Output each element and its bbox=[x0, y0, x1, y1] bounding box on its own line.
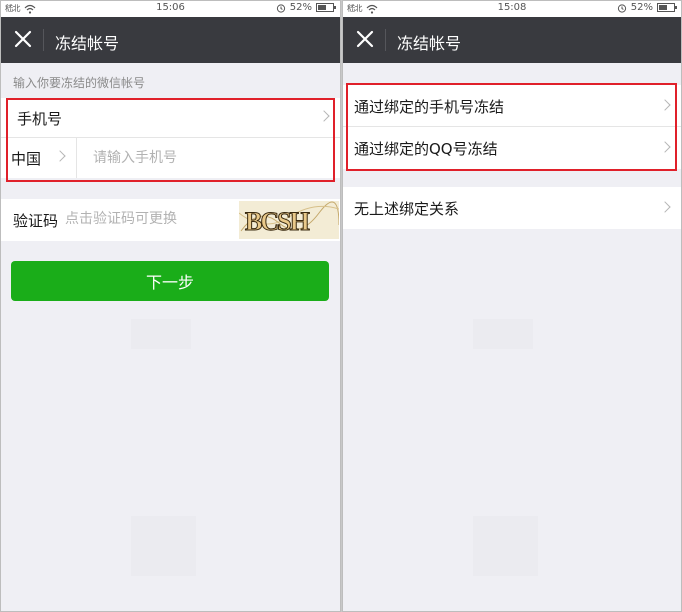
background-shape bbox=[473, 319, 533, 349]
option-label: 无上述绑定关系 bbox=[354, 200, 460, 218]
alarm-icon bbox=[276, 3, 285, 13]
status-right: 52% bbox=[276, 2, 336, 13]
battery-percent: 52% bbox=[630, 2, 653, 13]
country-label: 中国 bbox=[11, 150, 42, 168]
option-phone-freeze[interactable]: 通过绑定的手机号冻结 bbox=[343, 85, 681, 127]
code-label: 验证码 bbox=[13, 212, 59, 230]
background-shape bbox=[131, 516, 196, 576]
status-bar: 嵇北 15:08 52% bbox=[343, 1, 681, 17]
phone-row-label: 手机号 bbox=[17, 110, 63, 128]
next-button[interactable]: 下一步 bbox=[11, 261, 329, 301]
phone-form-group: 手机号 中国 bbox=[1, 98, 340, 178]
close-icon[interactable] bbox=[9, 25, 37, 53]
background-shape bbox=[131, 319, 191, 349]
captcha-text: BCSH bbox=[245, 207, 310, 236]
battery-fill bbox=[659, 5, 668, 10]
right-screen: 嵇北 15:08 52% 冻结帐号 通过绑定的手机号冻结 通过绑定的QQ号冻结 … bbox=[342, 0, 682, 612]
chevron-right-icon bbox=[54, 150, 66, 162]
option-label: 通过绑定的QQ号冻结 bbox=[354, 140, 498, 158]
other-option-group: 无上述绑定关系 bbox=[343, 187, 681, 229]
alarm-icon bbox=[617, 3, 626, 13]
battery-percent: 52% bbox=[289, 2, 312, 13]
page-title: 冻结帐号 bbox=[55, 34, 120, 53]
country-selector[interactable]: 中国 bbox=[1, 138, 77, 178]
battery-icon bbox=[657, 3, 677, 12]
nav-divider bbox=[385, 29, 386, 51]
chevron-right-icon bbox=[659, 99, 671, 111]
code-input[interactable] bbox=[65, 208, 235, 230]
left-screen: 嵇北 15:06 52% 冻结帐号 输入你要冻结的微信帐号 手机号 中国 请输入… bbox=[0, 0, 341, 612]
option-label: 通过绑定的手机号冻结 bbox=[354, 98, 505, 116]
background-shape bbox=[473, 516, 538, 576]
battery-fill bbox=[318, 5, 327, 10]
phone-number-row[interactable]: 手机号 bbox=[1, 98, 340, 138]
captcha-row: 验证码 BCSH bbox=[1, 199, 340, 241]
option-qq-freeze[interactable]: 通过绑定的QQ号冻结 bbox=[343, 127, 681, 169]
nav-bar: 冻结帐号 bbox=[343, 17, 681, 63]
status-bar: 嵇北 15:06 52% bbox=[1, 1, 340, 17]
nav-divider bbox=[43, 29, 44, 51]
option-no-binding[interactable]: 无上述绑定关系 bbox=[343, 187, 681, 229]
chevron-right-icon bbox=[659, 141, 671, 153]
status-right: 52% bbox=[617, 2, 677, 13]
freeze-options-group: 通过绑定的手机号冻结 通过绑定的QQ号冻结 bbox=[343, 85, 681, 169]
captcha-image[interactable]: BCSH bbox=[239, 201, 339, 239]
phone-input[interactable] bbox=[93, 146, 323, 170]
page-title: 冻结帐号 bbox=[397, 34, 462, 53]
chevron-right-icon bbox=[318, 110, 330, 122]
battery-icon bbox=[316, 3, 336, 12]
phone-input-row: 中国 bbox=[1, 138, 340, 178]
close-icon[interactable] bbox=[351, 25, 379, 53]
chevron-right-icon bbox=[659, 201, 671, 213]
account-hint: 输入你要冻结的微信帐号 bbox=[13, 76, 146, 90]
nav-bar: 冻结帐号 bbox=[1, 17, 340, 63]
